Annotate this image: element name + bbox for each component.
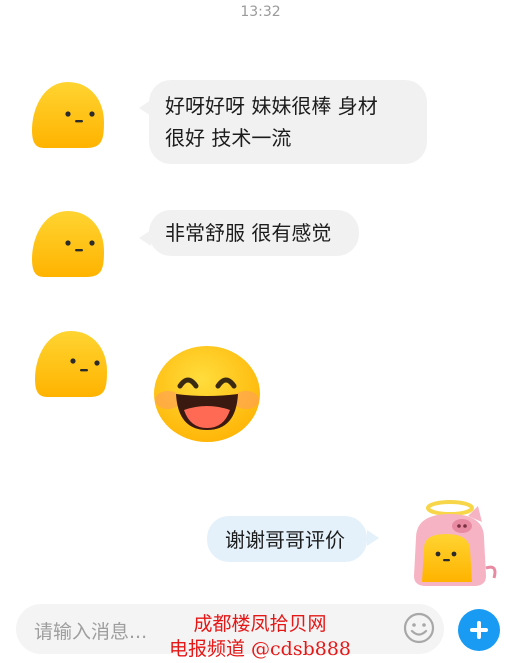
message-bubble-outgoing[interactable]: 谢谢哥哥评价: [207, 516, 379, 562]
input-placeholder: 请输入消息...: [34, 621, 148, 643]
message-text: 非常舒服 很有感觉: [165, 221, 332, 245]
message-text: 谢谢哥哥评价: [225, 528, 345, 552]
watermark: 成都楼凤拾贝网 电报频道 @cdsb888: [150, 612, 370, 662]
smiley-icon[interactable]: [402, 611, 436, 645]
yellow-blob-icon[interactable]: [30, 207, 110, 287]
message-bubble[interactable]: 好呀好呀 妹妹很棒 身材 很好 技术一流: [139, 80, 427, 164]
yellow-blob-icon[interactable]: [30, 78, 110, 158]
yellow-blob-icon[interactable]: [33, 327, 113, 407]
laughing-face-icon[interactable]: [150, 340, 264, 444]
message-text: 很好 技术一流: [165, 126, 292, 150]
watermark-line: 成都楼凤拾贝网: [193, 613, 327, 635]
plus-icon[interactable]: [458, 609, 500, 651]
pig-hood-halo-avatar-icon[interactable]: [406, 498, 502, 590]
message-text: 好呀好呀 妹妹很棒 身材: [165, 94, 378, 118]
timestamp: 13:32: [240, 4, 281, 20]
message-bubble[interactable]: 非常舒服 很有感觉: [139, 210, 359, 256]
watermark-line: 电报频道 @cdsb888: [168, 638, 352, 660]
